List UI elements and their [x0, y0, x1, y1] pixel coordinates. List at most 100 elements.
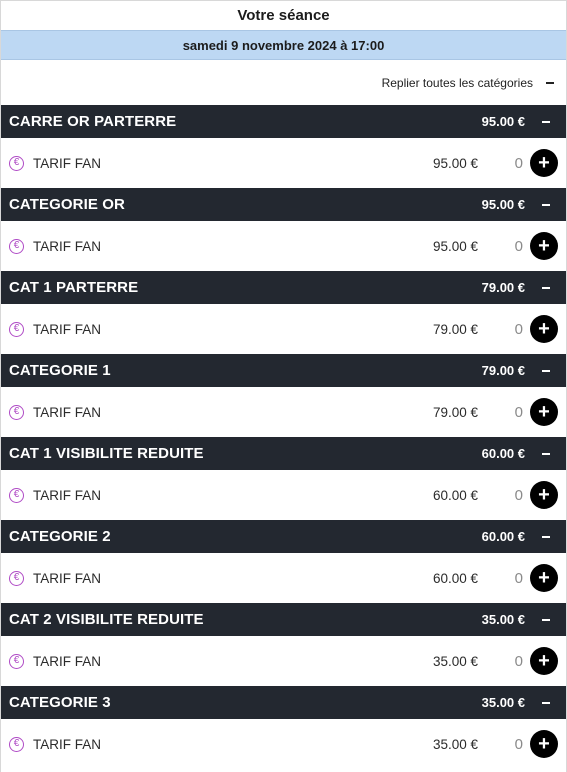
add-ticket-button[interactable]: + — [530, 149, 558, 177]
quantity-value: 0 — [514, 320, 523, 338]
collapse-category-button[interactable] — [525, 520, 566, 553]
euro-icon: € — [9, 321, 24, 337]
euro-icon: € — [9, 487, 24, 503]
add-ticket-button[interactable]: + — [530, 481, 558, 509]
tarif-name: TARIF FAN — [33, 321, 102, 337]
tarif-row: € TARIF FAN 60.00 € 0 + — [1, 553, 566, 603]
collapse-category-button[interactable] — [525, 354, 566, 387]
collapse-category-button[interactable] — [525, 188, 566, 221]
category-block: CAT 1 PARTERRE 79.00 € € TARIF FAN 79.00… — [1, 271, 566, 354]
tarif-row: € TARIF FAN 60.00 € 0 + — [1, 470, 566, 520]
add-ticket-button[interactable]: + — [530, 315, 558, 343]
category-price: 79.00 € — [481, 363, 525, 378]
quantity-value: 0 — [514, 735, 523, 753]
tarif-name: TARIF FAN — [33, 570, 102, 586]
plus-icon: + — [538, 152, 550, 174]
tarif-name: TARIF FAN — [33, 404, 102, 420]
minus-icon — [541, 203, 550, 206]
category-block: CARRE OR PARTERRE 95.00 € € TARIF FAN 95… — [1, 105, 566, 188]
euro-icon: € — [9, 238, 24, 254]
minus-icon — [541, 286, 550, 289]
seance-panel: Votre séance samedi 9 novembre 2024 à 17… — [0, 0, 567, 772]
minus-icon — [541, 701, 550, 704]
category-name: CARRE OR PARTERRE — [9, 113, 177, 130]
category-header[interactable]: CATEGORIE 1 79.00 € — [1, 354, 566, 387]
minus-icon — [541, 369, 550, 372]
quantity-value: 0 — [514, 237, 523, 255]
category-name: CAT 1 PARTERRE — [9, 279, 139, 296]
category-price: 95.00 € — [481, 114, 525, 129]
minus-icon — [541, 618, 550, 621]
add-ticket-button[interactable]: + — [530, 730, 558, 758]
tarif-price: 35.00 € — [432, 736, 478, 752]
category-block: CATEGORIE 3 35.00 € € TARIF FAN 35.00 € … — [1, 686, 566, 769]
euro-icon: € — [9, 404, 24, 420]
category-header[interactable]: CATEGORIE 3 35.00 € — [1, 686, 566, 719]
tarif-name: TARIF FAN — [33, 155, 102, 171]
tarif-name: TARIF FAN — [33, 653, 102, 669]
collapse-category-button[interactable] — [525, 271, 566, 304]
minus-icon — [541, 120, 550, 123]
session-date-bar: samedi 9 novembre 2024 à 17:00 — [1, 30, 566, 60]
category-block: CAT 2 VISIBILITE REDUITE 35.00 € € TARIF… — [1, 603, 566, 686]
add-ticket-button[interactable]: + — [530, 232, 558, 260]
category-header[interactable]: CAT 1 PARTERRE 79.00 € — [1, 271, 566, 304]
tarif-price: 95.00 € — [432, 155, 478, 171]
category-price: 35.00 € — [481, 695, 525, 710]
page-title: Votre séance — [237, 7, 330, 24]
plus-icon: + — [538, 235, 550, 257]
category-price: 60.00 € — [481, 446, 525, 461]
tarif-price: 79.00 € — [432, 321, 478, 337]
tarif-price: 79.00 € — [432, 404, 478, 420]
collapse-category-button[interactable] — [525, 686, 566, 719]
category-header[interactable]: CATEGORIE OR 95.00 € — [1, 188, 566, 221]
category-name: CATEGORIE OR — [9, 196, 125, 213]
plus-icon: + — [538, 733, 550, 755]
category-header[interactable]: CAT 1 VISIBILITE REDUITE 60.00 € — [1, 437, 566, 470]
category-price: 60.00 € — [481, 529, 525, 544]
plus-icon: + — [538, 650, 550, 672]
add-ticket-button[interactable]: + — [530, 647, 558, 675]
collapse-all-toggle[interactable]: Replier toutes les catégories — [1, 60, 566, 105]
add-ticket-button[interactable]: + — [530, 398, 558, 426]
quantity-value: 0 — [514, 486, 523, 504]
category-header[interactable]: CATEGORIE 2 60.00 € — [1, 520, 566, 553]
collapse-category-button[interactable] — [525, 105, 566, 138]
euro-icon: € — [9, 653, 24, 669]
plus-icon: + — [538, 318, 550, 340]
quantity-value: 0 — [514, 652, 523, 670]
category-list: CARRE OR PARTERRE 95.00 € € TARIF FAN 95… — [1, 105, 566, 769]
euro-icon: € — [9, 570, 24, 586]
euro-icon: € — [9, 736, 24, 752]
tarif-name: TARIF FAN — [33, 238, 102, 254]
minus-icon — [546, 81, 554, 84]
plus-icon: + — [538, 567, 550, 589]
category-price: 95.00 € — [481, 197, 525, 212]
category-header[interactable]: CAT 2 VISIBILITE REDUITE 35.00 € — [1, 603, 566, 636]
minus-icon — [541, 535, 550, 538]
tarif-row: € TARIF FAN 35.00 € 0 + — [1, 636, 566, 686]
tarif-row: € TARIF FAN 95.00 € 0 + — [1, 221, 566, 271]
plus-icon: + — [538, 484, 550, 506]
tarif-price: 60.00 € — [432, 570, 478, 586]
category-block: CATEGORIE 2 60.00 € € TARIF FAN 60.00 € … — [1, 520, 566, 603]
session-date: samedi 9 novembre 2024 à 17:00 — [182, 37, 385, 53]
add-ticket-button[interactable]: + — [530, 564, 558, 592]
euro-icon: € — [9, 155, 24, 171]
category-block: CAT 1 VISIBILITE REDUITE 60.00 € € TARIF… — [1, 437, 566, 520]
collapse-all-label: Replier toutes les catégories — [381, 75, 533, 90]
tarif-price: 95.00 € — [432, 238, 478, 254]
plus-icon: + — [538, 401, 550, 423]
quantity-value: 0 — [514, 569, 523, 587]
collapse-category-button[interactable] — [525, 603, 566, 636]
collapse-category-button[interactable] — [525, 437, 566, 470]
category-price: 79.00 € — [481, 280, 525, 295]
category-name: CATEGORIE 1 — [9, 362, 111, 379]
category-name: CATEGORIE 2 — [9, 528, 111, 545]
category-name: CAT 2 VISIBILITE REDUITE — [9, 611, 204, 628]
category-header[interactable]: CARRE OR PARTERRE 95.00 € — [1, 105, 566, 138]
quantity-value: 0 — [514, 403, 523, 421]
quantity-value: 0 — [514, 154, 523, 172]
tarif-price: 35.00 € — [432, 653, 478, 669]
category-name: CAT 1 VISIBILITE REDUITE — [9, 445, 204, 462]
